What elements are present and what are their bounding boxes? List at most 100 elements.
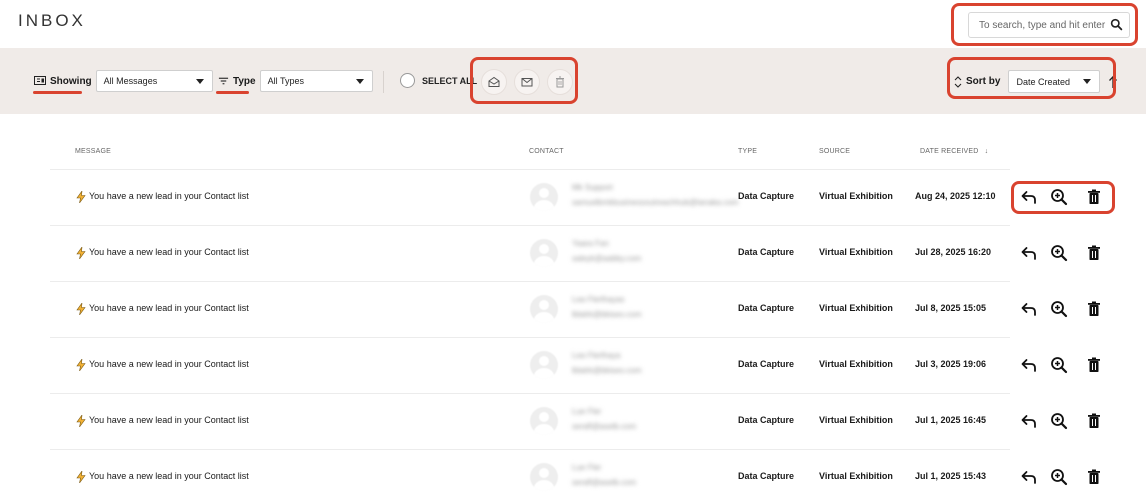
message-type: Data Capture (738, 247, 795, 257)
type-filter: Type All Types (218, 70, 373, 92)
reply-button[interactable] (1020, 468, 1038, 486)
contact-email: samuelbmkbusinessoutreachhub@tanaka.com (572, 198, 739, 207)
view-button[interactable] (1050, 356, 1068, 374)
trash-icon (1088, 357, 1100, 372)
reply-button[interactable] (1020, 244, 1038, 262)
view-button[interactable] (1050, 244, 1068, 262)
message-subject[interactable]: You have a new lead in your Contact list (89, 471, 249, 481)
message-subject[interactable]: You have a new lead in your Contact list (89, 415, 249, 425)
message-subject[interactable]: You have a new lead in your Contact list (89, 191, 249, 201)
contact-name: Lue Fler (572, 407, 602, 416)
reply-icon (1021, 471, 1036, 484)
chevron-down-icon (195, 79, 204, 84)
type-label: Type (233, 75, 256, 87)
row-actions-highlight (1011, 181, 1115, 214)
column-header-date-label: DATE RECEIVED (920, 148, 979, 155)
lightning-icon (76, 303, 86, 315)
column-header-source[interactable]: SOURCE (819, 148, 850, 155)
zoom-in-icon (1051, 301, 1068, 318)
message-source: Virtual Exhibition (819, 471, 893, 481)
search-highlight (951, 3, 1138, 46)
message-subject[interactable]: You have a new lead in your Contact list (89, 359, 249, 369)
view-button[interactable] (1050, 468, 1068, 486)
contact-name: Lea Flerlhayas (572, 295, 625, 304)
date-received: Jul 8, 2025 15:05 (915, 303, 987, 313)
avatar (530, 407, 558, 435)
trash-icon (1088, 469, 1100, 484)
showing-select[interactable]: All Messages (95, 70, 213, 92)
showing-label: Showing (50, 75, 92, 87)
sort-highlight (947, 57, 1116, 99)
reply-icon (1021, 359, 1036, 372)
row-divider (50, 281, 1010, 282)
select-all[interactable]: SELECT ALL (400, 73, 477, 88)
message-type: Data Capture (738, 359, 795, 369)
lightning-icon (76, 191, 86, 203)
reply-button[interactable] (1020, 300, 1038, 318)
column-header-type[interactable]: TYPE (738, 148, 757, 155)
view-button[interactable] (1050, 412, 1068, 430)
lightning-icon (76, 359, 86, 371)
zoom-in-icon (1051, 357, 1068, 374)
row-divider (50, 225, 1010, 226)
contact-name: Yaara Fan (572, 239, 609, 248)
filter-icon (218, 77, 229, 85)
column-header-contact[interactable]: CONTACT (529, 148, 564, 155)
date-received: Aug 24, 2025 12:10 (915, 191, 996, 201)
delete-button[interactable] (1085, 244, 1103, 262)
showing-filter: Showing All Messages (34, 70, 213, 92)
message-source: Virtual Exhibition (819, 415, 893, 425)
avatar (530, 239, 558, 267)
message-source: Virtual Exhibition (819, 191, 893, 201)
contact-email: saleyk@aabby.com (572, 254, 642, 263)
type-underline (216, 91, 249, 94)
message-type: Data Capture (738, 303, 795, 313)
message-type: Data Capture (738, 415, 795, 425)
trash-icon (1088, 245, 1100, 260)
showing-select-value: All Messages (103, 76, 158, 86)
delete-button[interactable] (1085, 468, 1103, 486)
contact-name: Mk Support (572, 183, 613, 192)
contact-email: lblalrk@bkiseo.com (572, 310, 642, 319)
trash-icon (1088, 301, 1100, 316)
arrow-down-icon: ↓ (984, 148, 989, 155)
delete-button[interactable] (1085, 300, 1103, 318)
date-received: Jul 1, 2025 16:45 (915, 415, 987, 425)
avatar (530, 183, 558, 211)
message-subject[interactable]: You have a new lead in your Contact list (89, 247, 249, 257)
row-divider (50, 169, 1010, 170)
view-button[interactable] (1050, 300, 1068, 318)
delete-button[interactable] (1085, 412, 1103, 430)
date-received: Jul 3, 2025 19:06 (915, 359, 987, 369)
reply-button[interactable] (1020, 412, 1038, 430)
trash-icon (1088, 413, 1100, 428)
column-header-date[interactable]: DATE RECEIVED ↓ (920, 148, 988, 155)
contact-name: Lue Fler (572, 463, 602, 472)
select-all-checkbox[interactable] (400, 73, 415, 88)
type-select[interactable]: All Types (259, 70, 373, 92)
chevron-down-icon (355, 79, 364, 84)
lightning-icon (76, 471, 86, 483)
avatar (530, 351, 558, 379)
row-divider (50, 393, 1010, 394)
column-header-message[interactable]: MESSAGE (75, 148, 111, 155)
select-all-label: SELECT ALL (422, 75, 478, 86)
reply-button[interactable] (1020, 356, 1038, 374)
lightning-icon (76, 415, 86, 427)
showing-label-wrap: Showing (34, 70, 92, 92)
date-received: Jul 28, 2025 16:20 (915, 247, 992, 257)
page-title: INBOX (18, 11, 86, 30)
inbox-display-icon (34, 76, 46, 85)
reply-icon (1021, 415, 1036, 428)
message-type: Data Capture (738, 191, 795, 201)
type-label-wrap: Type (218, 70, 256, 92)
type-select-value: All Types (267, 76, 304, 86)
message-subject[interactable]: You have a new lead in your Contact list (89, 303, 249, 313)
lightning-icon (76, 247, 86, 259)
reply-icon (1021, 303, 1036, 316)
zoom-in-icon (1051, 413, 1068, 430)
row-divider (50, 449, 1010, 450)
contact-email: lblalrk@bkiseo.com (572, 366, 642, 375)
delete-button[interactable] (1085, 356, 1103, 374)
avatar (530, 295, 558, 323)
